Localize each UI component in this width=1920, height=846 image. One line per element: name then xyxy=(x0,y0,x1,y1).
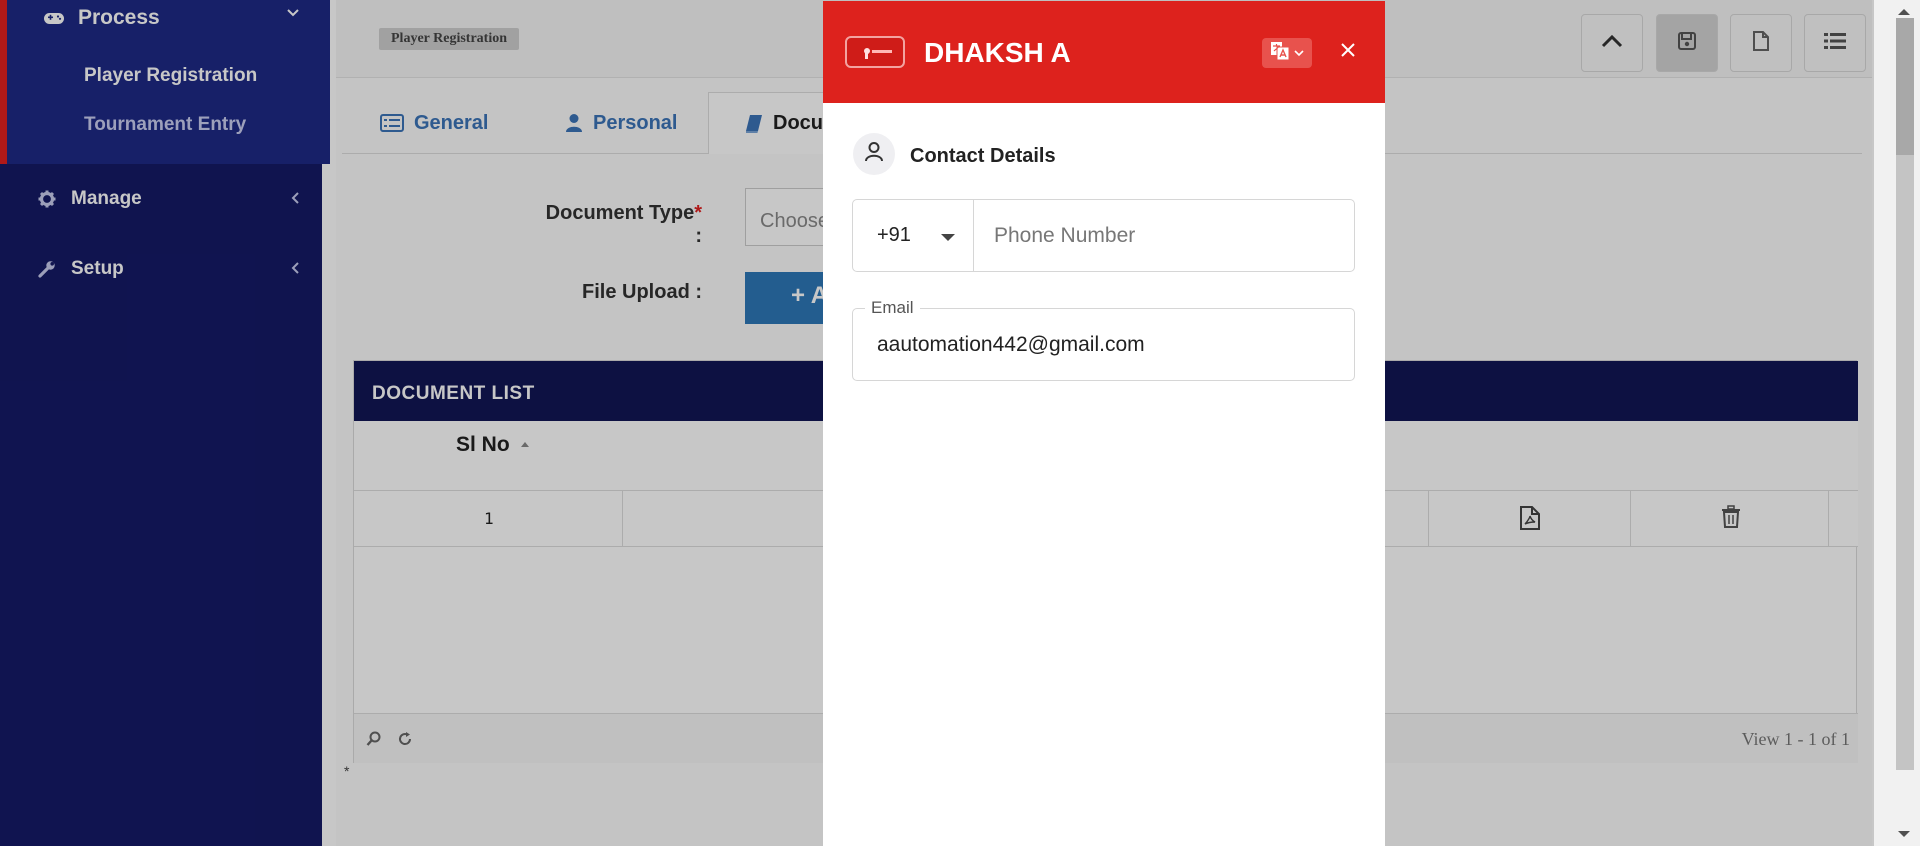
chevron-down-icon xyxy=(1294,44,1304,62)
email-label: Email xyxy=(865,298,920,318)
email-field-group: Email xyxy=(852,298,1355,381)
close-button[interactable] xyxy=(1335,39,1361,65)
phone-number-input[interactable] xyxy=(974,200,1354,271)
close-icon xyxy=(1340,42,1356,63)
modal-header: DHAKSH A xyxy=(823,1,1385,103)
language-switch-button[interactable] xyxy=(1262,38,1312,68)
page-scrollbar[interactable] xyxy=(1874,0,1920,846)
scroll-down-arrow-icon[interactable] xyxy=(1897,826,1911,844)
user-outline-icon xyxy=(864,141,884,168)
translate-icon xyxy=(1270,41,1290,66)
country-code-select[interactable]: +91 xyxy=(853,200,974,271)
player-contact-modal: DHAKSH A Contact Details +91 Email xyxy=(823,1,1385,846)
modal-title: DHAKSH A xyxy=(924,37,1071,68)
brand-logo xyxy=(845,36,905,68)
scrollbar-thumb[interactable] xyxy=(1896,155,1914,770)
section-title: Contact Details xyxy=(910,145,1056,167)
email-input[interactable] xyxy=(853,309,1354,380)
country-code-value: +91 xyxy=(877,224,911,246)
caret-down-icon xyxy=(941,234,955,241)
contact-avatar xyxy=(853,133,895,175)
phone-field-group: +91 xyxy=(852,199,1355,272)
